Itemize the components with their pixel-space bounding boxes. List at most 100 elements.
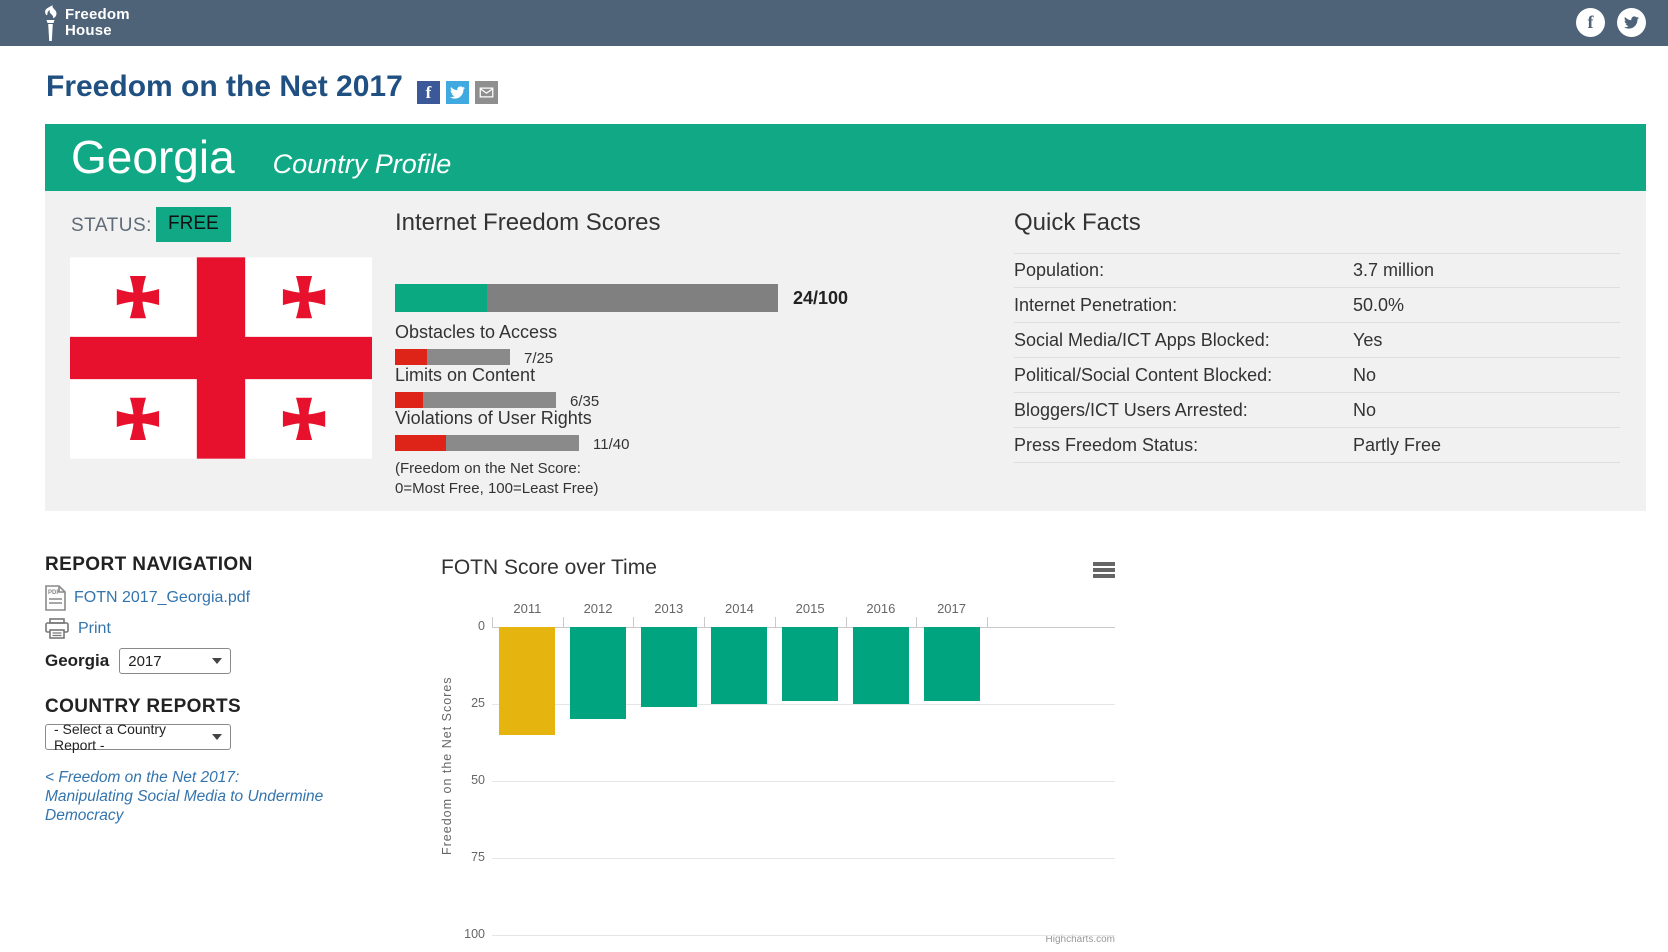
quick-fact-value: 50.0% [1353, 295, 1404, 316]
subscore-bar [395, 349, 510, 365]
facebook-icon[interactable]: f [1576, 8, 1605, 37]
print-icon [45, 618, 69, 639]
chart-bar-2017 [924, 627, 980, 701]
subscore-bar [395, 435, 579, 451]
quick-facts-heading: Quick Facts [1014, 209, 1141, 237]
total-score-value: 24/100 [793, 288, 848, 309]
chart-bar-2014 [711, 627, 767, 704]
country-banner: Georgia Country Profile [45, 124, 1646, 191]
chart-x-tick-label: 2014 [704, 601, 774, 616]
quick-fact-row: Population:3.7 million [1014, 253, 1620, 288]
site-header: Freedom House f [0, 0, 1668, 46]
twitter-icon[interactable] [1617, 8, 1646, 37]
caret-down-icon [212, 734, 222, 740]
chart-x-tick-label: 2016 [846, 601, 916, 616]
georgia-flag [70, 255, 372, 461]
page-title: Freedom on the Net 2017 [46, 70, 403, 104]
svg-text:PDF: PDF [48, 590, 60, 596]
chart-tick-mark [563, 617, 564, 627]
chart-y-tick-label: 0 [441, 619, 485, 633]
quick-fact-label: Social Media/ICT Apps Blocked: [1014, 330, 1353, 351]
quick-fact-row: Press Freedom Status:Partly Free [1014, 428, 1620, 463]
status-label: STATUS: [71, 215, 152, 237]
caret-down-icon [212, 658, 222, 664]
chart-x-tick-label: 2011 [492, 601, 562, 616]
scores-heading: Internet Freedom Scores [395, 209, 660, 237]
chart-bar-2012 [570, 627, 626, 719]
subscore-fill [395, 349, 427, 365]
year-select[interactable]: 2017 [119, 648, 231, 674]
quick-fact-value: 3.7 million [1353, 260, 1434, 281]
chart-plot-area: Freedom on the Net Scores Highcharts.com… [441, 556, 1131, 952]
share-buttons: f [417, 81, 498, 104]
banner-country-name: Georgia [71, 124, 235, 191]
chart-tick-mark [987, 617, 988, 627]
subscore-fill [395, 435, 446, 451]
pdf-icon: PDF [45, 585, 66, 611]
subscore-name: Obstacles to Access [395, 322, 557, 343]
quick-facts-table: Population:3.7 millionInternet Penetrati… [1014, 253, 1620, 463]
chart-y-tick-label: 50 [441, 773, 485, 787]
subscore-name: Limits on Content [395, 365, 535, 386]
chart-x-tick-label: 2017 [917, 601, 987, 616]
chart-bar-2013 [641, 627, 697, 707]
chart-tick-mark [916, 617, 917, 627]
banner-subtitle: Country Profile [273, 149, 452, 180]
print-row: Print [45, 618, 111, 639]
country-year-row: Georgia 2017 [45, 648, 231, 674]
share-email-icon[interactable] [475, 81, 498, 104]
quick-fact-row: Bloggers/ICT Users Arrested:No [1014, 393, 1620, 428]
total-score-bar [395, 284, 778, 312]
chart-y-tick-label: 75 [441, 850, 485, 864]
quick-fact-label: Internet Penetration: [1014, 295, 1353, 316]
total-score-fill [395, 284, 487, 312]
internet-freedom-scores: Internet Freedom Scores 24/100 Obstacles… [395, 191, 845, 511]
quick-fact-value: No [1353, 365, 1376, 386]
quick-fact-value: Yes [1353, 330, 1382, 351]
quick-fact-row: Social Media/ICT Apps Blocked:Yes [1014, 323, 1620, 358]
chart-y-tick-label: 100 [441, 927, 485, 941]
country-profile-card: STATUS: FREE Internet Freedom Scores 24/… [45, 191, 1646, 511]
fotn-score-chart: FOTN Score over Time Freedom on the Net … [441, 556, 1131, 952]
chart-y-axis-label: Freedom on the Net Scores [440, 656, 460, 876]
country-reports-heading: COUNTRY REPORTS [45, 696, 241, 718]
logo-text-line1: Freedom [65, 7, 130, 23]
score-note: (Freedom on the Net Score: 0=Most Free, … [395, 459, 598, 499]
status-badge: FREE [156, 207, 231, 242]
freedom-house-logo[interactable]: Freedom House [40, 5, 130, 41]
quick-fact-row: Internet Penetration:50.0% [1014, 288, 1620, 323]
pdf-download-link[interactable]: FOTN 2017_Georgia.pdf [74, 589, 250, 607]
country-report-select[interactable]: - Select a Country Report - [45, 724, 231, 750]
report-navigation-heading: REPORT NAVIGATION [45, 554, 253, 576]
subscore-bar [395, 392, 556, 408]
quick-fact-value: No [1353, 400, 1376, 421]
chart-tick-mark [775, 617, 776, 627]
subscore-value: 11/40 [593, 436, 629, 453]
chart-tick-mark [633, 617, 634, 627]
chart-bar-2016 [853, 627, 909, 704]
chart-x-tick-label: 2013 [634, 601, 704, 616]
print-link[interactable]: Print [78, 620, 111, 638]
country-select-label: Georgia [45, 651, 109, 671]
chart-bar-2015 [782, 627, 838, 701]
chart-y-tick-label: 25 [441, 696, 485, 710]
chart-tick-mark [846, 617, 847, 627]
subscore-name: Violations of User Rights [395, 408, 592, 429]
quick-fact-label: Population: [1014, 260, 1353, 281]
quick-fact-row: Political/Social Content Blocked:No [1014, 358, 1620, 393]
report-home-link[interactable]: < Freedom on the Net 2017: Manipulating … [45, 768, 395, 825]
quick-fact-label: Bloggers/ICT Users Arrested: [1014, 400, 1353, 421]
quick-fact-label: Press Freedom Status: [1014, 435, 1353, 456]
pdf-download-row: PDF FOTN 2017_Georgia.pdf [45, 585, 250, 611]
chart-bar-2011 [499, 627, 555, 735]
chart-x-tick-label: 2012 [563, 601, 633, 616]
chart-tick-mark [492, 617, 493, 627]
share-facebook-icon[interactable]: f [417, 81, 440, 104]
chart-gridline [492, 935, 1115, 936]
quick-fact-label: Political/Social Content Blocked: [1014, 365, 1353, 386]
torch-icon [40, 5, 60, 41]
share-twitter-icon[interactable] [446, 81, 469, 104]
chart-tick-mark [704, 617, 705, 627]
chart-gridline [492, 858, 1115, 859]
chart-x-tick-label: 2015 [775, 601, 845, 616]
